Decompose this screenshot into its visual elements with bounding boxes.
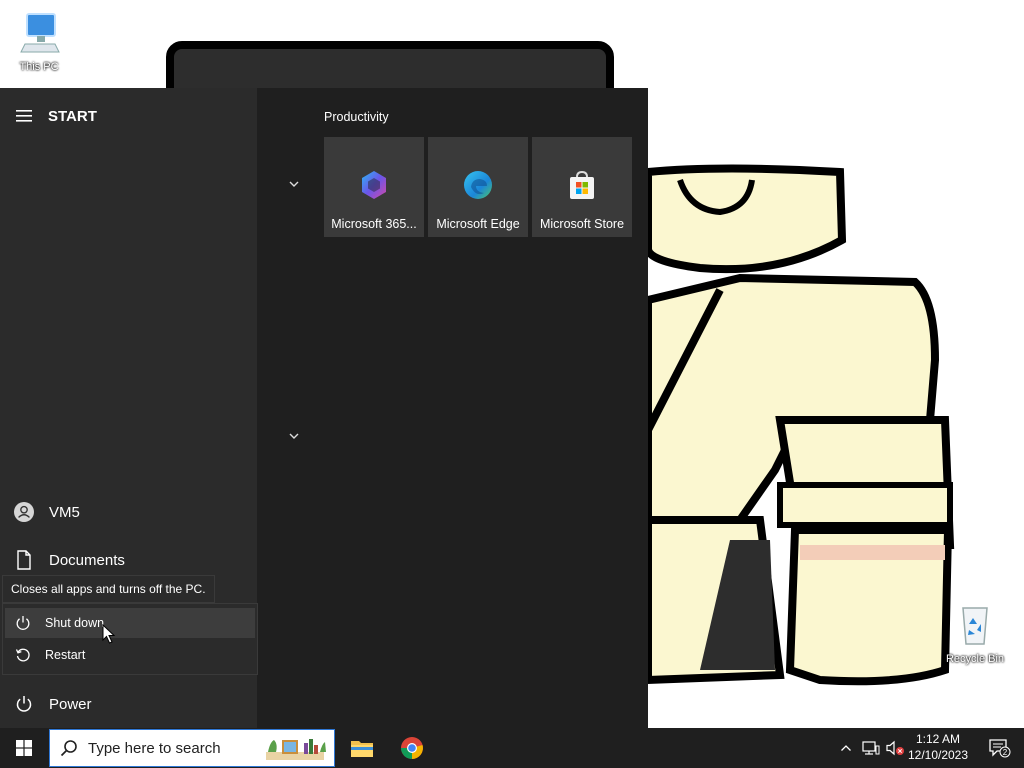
desktop-icon-recycle-bin[interactable]: Recycle Bin — [940, 600, 1010, 665]
search-placeholder: Type here to search — [88, 740, 221, 757]
desktop-icon-this-pc[interactable]: This PC — [4, 8, 74, 73]
document-icon — [14, 550, 34, 570]
power-label: Power — [49, 695, 92, 713]
documents-label: Documents — [49, 551, 125, 569]
taskbar-chrome[interactable] — [388, 728, 436, 768]
store-icon — [570, 170, 594, 199]
user-avatar-icon — [14, 502, 34, 522]
microsoft-365-icon — [362, 171, 386, 199]
restart-menu-item[interactable]: Restart — [5, 640, 255, 670]
clock-time: 1:12 AM — [915, 732, 961, 746]
tile-microsoft-store[interactable]: Microsoft Store — [532, 137, 632, 237]
start-menu: START VM5 Documents Power Closes all app… — [0, 88, 648, 728]
documents-button[interactable]: Documents — [0, 540, 257, 580]
tile-microsoft-365[interactable]: Microsoft 365... — [324, 137, 424, 237]
chevron-up-icon — [841, 745, 851, 751]
network-icon — [862, 741, 880, 755]
start-title: START — [48, 107, 97, 125]
tile-microsoft-edge[interactable]: Microsoft Edge — [428, 137, 528, 237]
windows-logo-icon — [16, 740, 32, 756]
hamburger-menu-icon[interactable] — [16, 109, 32, 123]
shut-down-tooltip: Closes all apps and turns off the PC. — [2, 575, 215, 603]
tile-label: Microsoft Edge — [436, 217, 520, 231]
chevron-down-icon — [289, 433, 299, 439]
network-tray-button[interactable] — [860, 728, 882, 768]
taskbar-search-box[interactable]: Type here to search — [49, 729, 335, 767]
chevron-down-icon — [289, 181, 299, 187]
taskbar-file-explorer[interactable] — [338, 728, 386, 768]
computer-icon — [20, 13, 60, 53]
clock-date: 12/10/2023 — [907, 748, 969, 762]
user-account-button[interactable]: VM5 — [0, 492, 257, 532]
power-button[interactable]: Power — [0, 684, 257, 724]
taskbar-clock[interactable]: 1:12 AM 12/10/2023 — [902, 731, 974, 763]
search-highlight-image — [262, 734, 328, 762]
power-menu: Shut down Restart — [2, 603, 258, 675]
taskbar: Type here to search 1:12 AM 12/10/2023 2 — [0, 728, 1024, 768]
shut-down-menu-item[interactable]: Shut down — [5, 608, 255, 638]
shut-down-label: Shut down — [45, 616, 105, 630]
file-explorer-icon — [351, 741, 373, 757]
desktop-icon-label: Recycle Bin — [945, 653, 1005, 665]
action-center-button[interactable]: 2 — [980, 728, 1020, 768]
user-name: VM5 — [49, 503, 80, 521]
chrome-icon — [401, 737, 423, 759]
tile-label: Microsoft Store — [539, 217, 625, 231]
power-icon — [14, 694, 34, 714]
start-header: START — [16, 107, 97, 125]
desktop-icon-label: This PC — [19, 61, 59, 73]
edge-icon — [464, 171, 492, 199]
show-hidden-icons-button[interactable] — [836, 728, 856, 768]
recycle-bin-icon — [962, 607, 988, 645]
notification-icon: 2 — [989, 739, 1011, 758]
restart-icon — [15, 647, 31, 663]
power-icon — [15, 615, 31, 631]
notification-badge-count: 2 — [1003, 748, 1008, 757]
tile-group-title: Productivity — [324, 110, 389, 124]
collapse-group-chevron[interactable] — [286, 176, 302, 192]
start-button[interactable] — [0, 728, 48, 768]
collapse-group-chevron[interactable] — [286, 428, 302, 444]
tile-label: Microsoft 365... — [331, 217, 417, 231]
mouse-cursor-icon — [102, 624, 116, 644]
search-icon — [60, 740, 77, 757]
restart-label: Restart — [45, 648, 86, 662]
